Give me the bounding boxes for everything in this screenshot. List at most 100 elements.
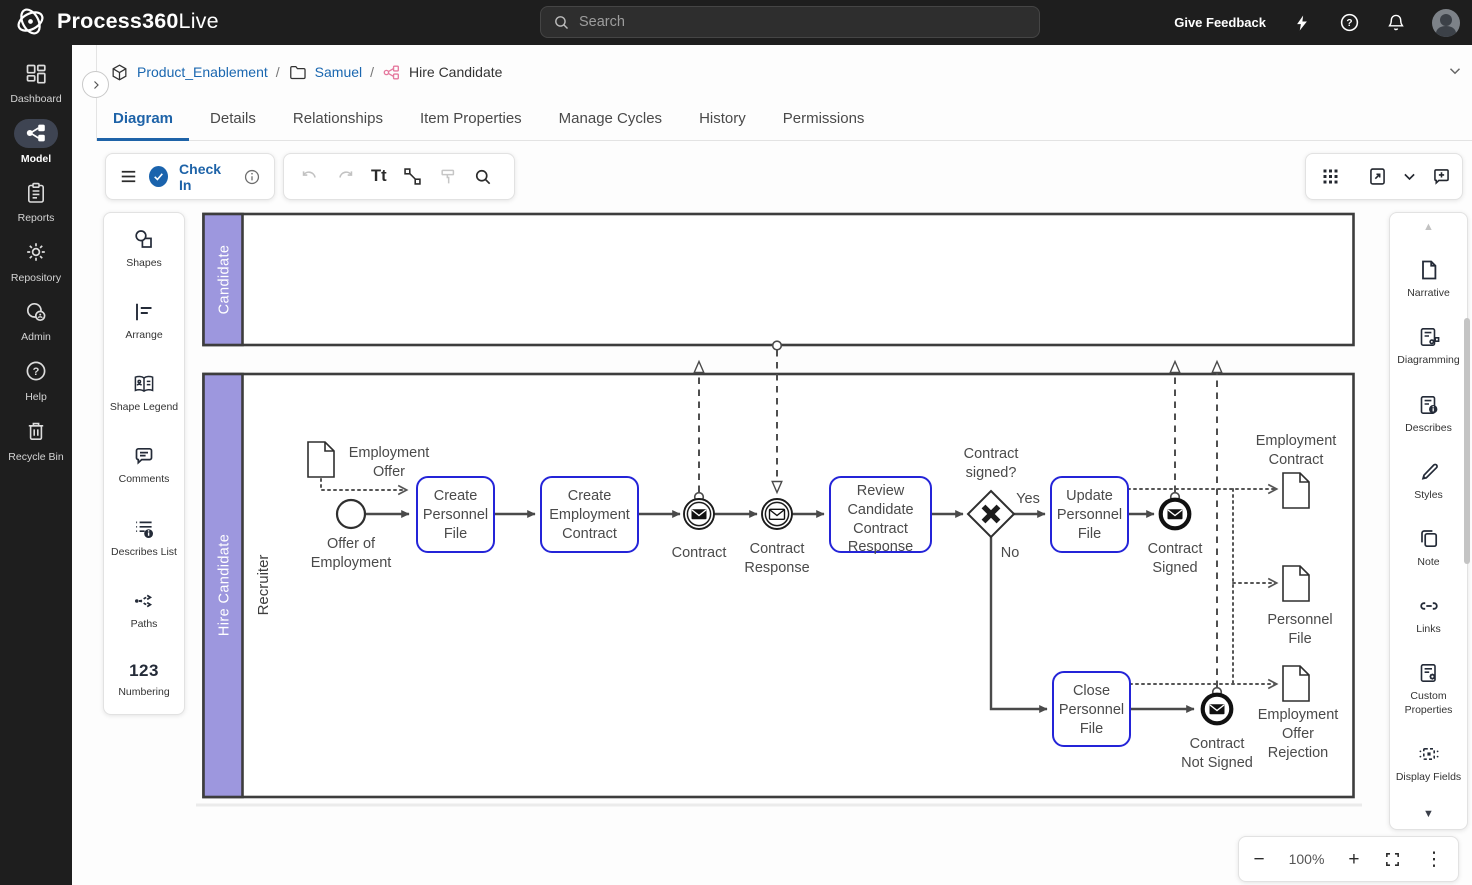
gateway-yes-label: Yes (1016, 491, 1040, 507)
give-feedback-button[interactable]: Give Feedback (1174, 15, 1266, 30)
trash-icon (14, 417, 58, 446)
svg-text:Close: Close (1073, 683, 1110, 699)
zoom-in-button[interactable]: + (1348, 850, 1359, 869)
describes-doc-icon (1417, 393, 1441, 417)
brand-name: Process360Live (57, 9, 219, 34)
undo-icon[interactable] (299, 167, 320, 186)
svg-text:?: ? (33, 366, 40, 378)
data-object-personnel-file[interactable] (1283, 566, 1309, 601)
task-create-personnel-file[interactable]: Create Personnel File (417, 477, 494, 552)
panel-collapse-button[interactable] (82, 71, 109, 98)
sidebar-item-reports[interactable]: Reports (0, 178, 72, 225)
export-chevron-down-icon[interactable] (1401, 168, 1418, 185)
tab-permissions[interactable]: Permissions (767, 102, 881, 140)
svg-text:File: File (1078, 526, 1101, 542)
svg-text:Contract: Contract (750, 541, 805, 557)
panel-scroll-up-icon[interactable]: ▲ (1423, 222, 1434, 233)
folder-icon (288, 63, 307, 82)
export-document-icon[interactable] (1367, 166, 1388, 187)
help-icon[interactable]: ? (1338, 12, 1360, 34)
data-object-employment-offer-rejection[interactable] (1283, 666, 1309, 701)
vertical-scrollbar[interactable] (1464, 318, 1470, 564)
diagramming-icon (1417, 325, 1441, 349)
tool-custom-properties[interactable]: Custom Properties (1393, 661, 1465, 716)
tool-styles[interactable]: Styles (1393, 460, 1465, 502)
tool-display-fields[interactable]: Display Fields (1393, 742, 1465, 784)
svg-text:Employment: Employment (349, 445, 430, 461)
sidebar-item-help[interactable]: ? Help (0, 357, 72, 404)
breadcrumb-folder-link[interactable]: Samuel (315, 64, 362, 80)
diagram-tools-panel: Shapes Arrange Shape Legend Comments (103, 212, 185, 715)
model-flow-icon (14, 119, 58, 148)
svg-text:Contract: Contract (672, 545, 727, 561)
view-toolbar (1305, 153, 1463, 200)
tab-history[interactable]: History (683, 102, 762, 140)
pool-hire-candidate[interactable]: Hire Candidate Recruiter (204, 374, 1354, 797)
svg-text:Offer of: Offer of (327, 536, 376, 552)
tab-manage-cycles[interactable]: Manage Cycles (543, 102, 678, 140)
tool-shapes[interactable]: Shapes (108, 228, 180, 270)
tool-paths[interactable]: Paths (108, 589, 180, 631)
tab-diagram[interactable]: Diagram (97, 102, 189, 140)
data-object-employment-contract[interactable] (1283, 473, 1309, 508)
diagram-search-icon[interactable] (473, 167, 493, 187)
links-chain-icon (1417, 594, 1441, 618)
tool-numbering[interactable]: 123 Numbering (108, 661, 180, 699)
notifications-bell-icon[interactable] (1385, 12, 1407, 34)
lane-recruiter-label: Recruiter (255, 555, 272, 616)
svg-text:Contract: Contract (853, 521, 908, 537)
arrange-align-icon (132, 300, 156, 324)
svg-text:Update: Update (1066, 488, 1113, 504)
quick-actions-bolt-icon[interactable] (1291, 12, 1313, 34)
tool-links[interactable]: Links (1393, 594, 1465, 636)
connector-tool-icon[interactable] (402, 166, 423, 187)
redo-icon[interactable] (335, 167, 356, 186)
tool-note[interactable]: Note (1393, 527, 1465, 569)
tool-diagramming[interactable]: Diagramming (1393, 325, 1465, 367)
sidebar-item-dashboard[interactable]: Dashboard (0, 59, 72, 106)
format-painter-icon[interactable] (438, 167, 458, 187)
svg-text:Employment: Employment (549, 507, 630, 523)
global-search-input[interactable]: Search (540, 6, 1040, 38)
task-create-employment-contract[interactable]: Create Employment Contract (541, 477, 638, 552)
panel-scroll-down-icon[interactable]: ▼ (1423, 809, 1434, 820)
breadcrumb-current-item: Hire Candidate (409, 64, 502, 80)
sidebar-item-model[interactable]: Model (0, 119, 72, 166)
add-comment-icon[interactable] (1431, 166, 1452, 187)
svg-text:Contract: Contract (1190, 736, 1245, 752)
task-review-candidate-contract-response[interactable]: Review Candidate Contract Response (830, 477, 931, 555)
tool-describes[interactable]: Describes (1393, 393, 1465, 435)
apps-grid-icon[interactable] (1320, 166, 1341, 187)
properties-panel: ▲ Narrative Diagramming (1389, 212, 1468, 830)
narrative-doc-icon (1417, 258, 1441, 282)
check-in-info-icon[interactable] (243, 168, 261, 186)
tab-details[interactable]: Details (194, 102, 272, 140)
breadcrumb-project-link[interactable]: Product_Enablement (137, 64, 268, 80)
zoom-out-button[interactable]: − (1253, 850, 1264, 869)
tab-item-properties[interactable]: Item Properties (404, 102, 538, 140)
tool-arrange[interactable]: Arrange (108, 300, 180, 342)
pool-candidate[interactable]: Candidate (204, 214, 1354, 345)
tool-shape-legend[interactable]: Shape Legend (108, 372, 180, 414)
zoom-more-kebab-icon[interactable]: ⋮ (1425, 850, 1444, 869)
tab-relationships[interactable]: Relationships (277, 102, 399, 140)
header-collapse-caret[interactable] (1446, 62, 1464, 85)
tool-narrative[interactable]: Narrative (1393, 258, 1465, 300)
user-avatar[interactable] (1432, 9, 1460, 37)
task-close-personnel-file[interactable]: Close Personnel File (1053, 672, 1130, 746)
tool-comments[interactable]: Comments (108, 444, 180, 486)
diagram-menu-hamburger-icon[interactable] (119, 167, 138, 186)
tool-describes-list[interactable]: Describes List (108, 517, 180, 559)
sidebar-item-recycle-bin[interactable]: Recycle Bin (0, 417, 72, 464)
svg-text:Contract: Contract (1148, 541, 1203, 557)
text-tool-icon[interactable]: Tt (371, 167, 387, 186)
task-update-personnel-file[interactable]: Update Personnel File (1051, 477, 1128, 552)
data-object-employment-offer[interactable] (308, 442, 334, 477)
custom-properties-icon (1417, 661, 1441, 685)
sidebar-item-repository[interactable]: Repository (0, 238, 72, 285)
check-in-button[interactable]: Check In (179, 161, 232, 193)
sidebar-item-admin[interactable]: Admin (0, 297, 72, 344)
checked-in-status-icon (149, 166, 168, 187)
fullscreen-icon[interactable] (1384, 851, 1401, 868)
bpmn-diagram-canvas[interactable]: Candidate Hire Candidate Recruiter (190, 205, 1370, 820)
